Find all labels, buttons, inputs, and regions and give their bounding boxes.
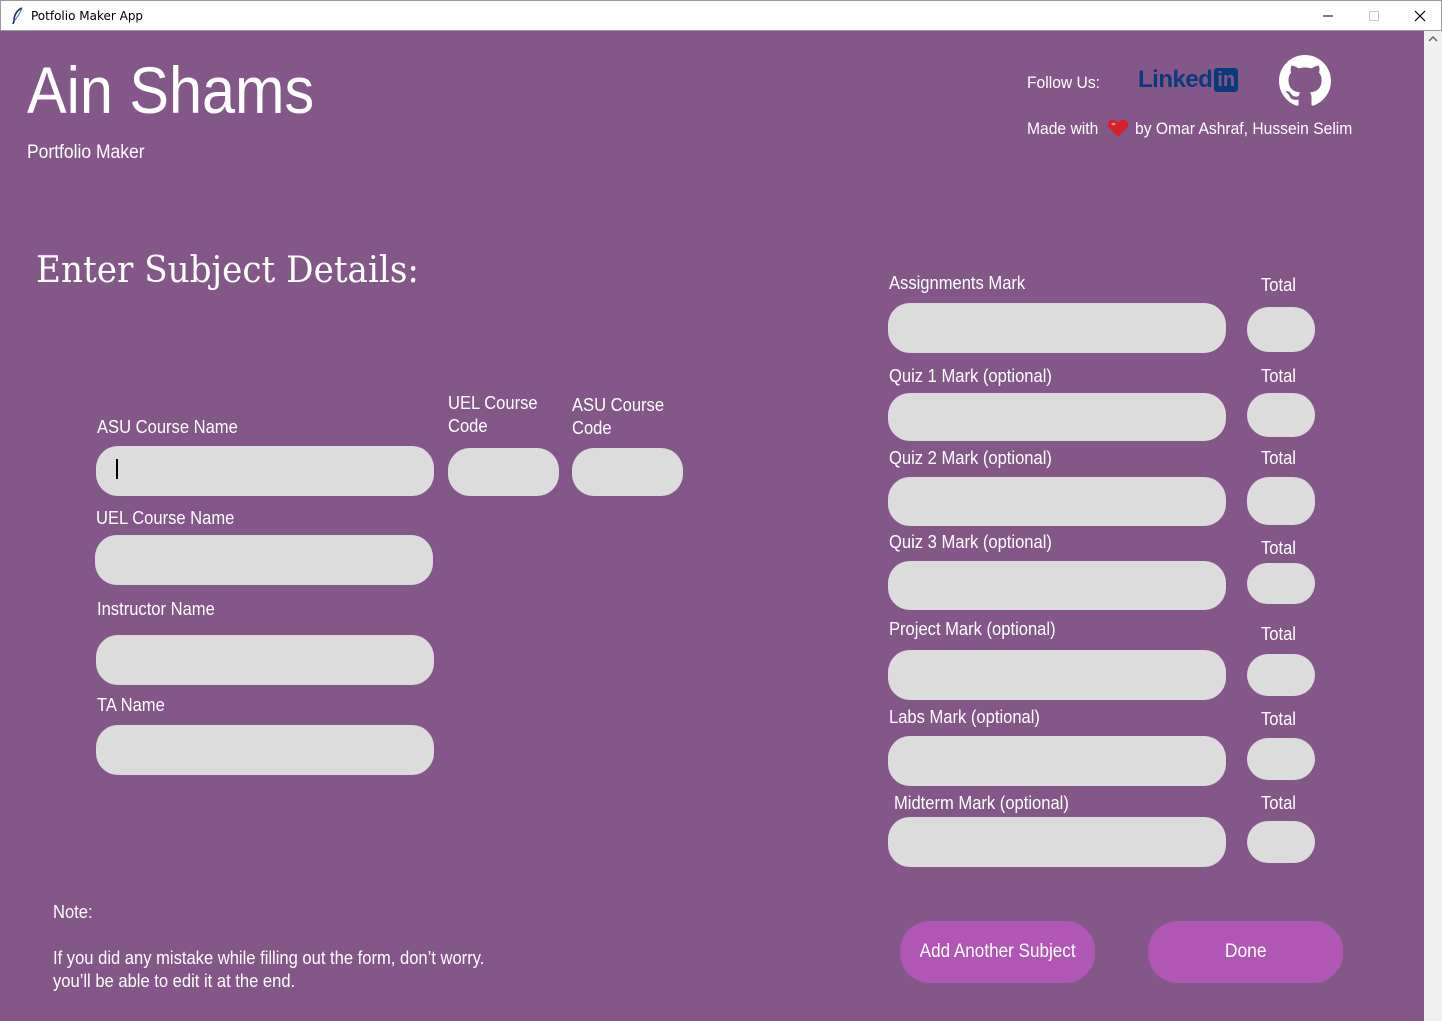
project-mark-label: Project Mark (optional)	[889, 619, 1056, 639]
asu-course-name-input[interactable]	[96, 446, 434, 496]
maximize-icon	[1369, 11, 1379, 21]
close-button[interactable]	[1397, 1, 1442, 31]
quiz1-mark-input[interactable]	[888, 393, 1226, 441]
project-total-input[interactable]	[1247, 654, 1315, 696]
midterm-mark-label: Midterm Mark (optional)	[894, 793, 1069, 813]
follow-us-label: Follow Us:	[1027, 73, 1101, 92]
text-cursor	[116, 459, 118, 479]
midterm-total-input[interactable]	[1247, 821, 1315, 863]
labs-mark-input[interactable]	[888, 736, 1226, 786]
quiz1-total-input[interactable]	[1247, 393, 1315, 437]
quiz2-total-label: Total	[1261, 448, 1296, 468]
uel-course-code-label: UEL Course Code	[448, 392, 538, 438]
project-mark-input[interactable]	[888, 650, 1226, 700]
vertical-scrollbar[interactable]	[1424, 31, 1442, 1021]
linkedin-in-badge: in	[1214, 68, 1239, 92]
midterm-mark-input[interactable]	[888, 817, 1226, 867]
quiz1-total-label: Total	[1261, 366, 1296, 386]
uel-course-code-label-line1: UEL Course	[448, 393, 538, 413]
add-another-subject-button[interactable]: Add Another Subject	[900, 921, 1095, 983]
instructor-name-label: Instructor Name	[97, 599, 215, 619]
asu-course-name-label: ASU Course Name	[97, 417, 238, 437]
asu-course-code-label-line1: ASU Course	[572, 395, 665, 415]
quiz3-mark-input[interactable]	[888, 561, 1226, 610]
note-line-1: If you did any mistake while filling out…	[53, 948, 485, 968]
github-icon[interactable]	[1279, 55, 1331, 107]
linkedin-text: Linked	[1138, 66, 1213, 93]
quiz2-mark-label: Quiz 2 Mark (optional)	[889, 448, 1052, 468]
maximize-button[interactable]	[1351, 1, 1397, 31]
add-another-subject-label: Add Another Subject	[919, 941, 1076, 962]
quiz3-total-input[interactable]	[1247, 563, 1315, 604]
form-heading: Enter Subject Details:	[36, 250, 419, 291]
quiz3-total-label: Total	[1261, 538, 1296, 558]
labs-total-label: Total	[1261, 709, 1296, 729]
midterm-total-label: Total	[1261, 793, 1296, 813]
labs-mark-label: Labs Mark (optional)	[889, 707, 1040, 727]
minimize-button[interactable]	[1305, 1, 1351, 31]
assignments-mark-label: Assignments Mark	[889, 273, 1026, 293]
uel-course-name-label: UEL Course Name	[96, 508, 235, 528]
quiz2-total-input[interactable]	[1247, 477, 1315, 525]
ta-name-label: TA Name	[97, 695, 165, 715]
note-line-2: you’ll be able to edit it at the end.	[53, 971, 296, 991]
quiz1-mark-label: Quiz 1 Mark (optional)	[889, 366, 1052, 386]
uel-course-name-input[interactable]	[95, 535, 433, 585]
asu-course-code-label: ASU Course Code	[572, 394, 664, 440]
instructor-name-input[interactable]	[96, 635, 434, 685]
ta-name-input[interactable]	[96, 725, 434, 775]
assignments-mark-input[interactable]	[888, 303, 1226, 353]
window-titlebar: Potfolio Maker App	[0, 0, 1442, 31]
labs-total-input[interactable]	[1247, 738, 1315, 780]
minimize-icon	[1323, 15, 1333, 17]
close-icon	[1414, 10, 1426, 22]
assignments-total-input[interactable]	[1247, 307, 1315, 352]
authors-label: by Omar Ashraf, Hussein Selim	[1135, 119, 1353, 138]
quiz3-mark-label: Quiz 3 Mark (optional)	[889, 532, 1052, 552]
scroll-up-icon[interactable]	[1428, 34, 1438, 44]
asu-course-code-input[interactable]	[572, 448, 683, 496]
uel-course-code-input[interactable]	[448, 448, 559, 496]
linkedin-logo[interactable]: Linked in	[1138, 64, 1239, 96]
asu-course-code-label-line2: Code	[572, 418, 612, 438]
window-title: Potfolio Maker App	[31, 9, 144, 23]
app-title: Ain Shams	[27, 53, 315, 127]
project-total-label: Total	[1261, 624, 1296, 644]
made-with-label: Made with	[1027, 119, 1099, 138]
heart-icon	[1107, 119, 1129, 137]
uel-course-code-label-line2: Code	[448, 416, 488, 436]
assignments-total-label: Total	[1261, 275, 1296, 295]
note-title: Note:	[53, 902, 93, 922]
quiz2-mark-input[interactable]	[888, 477, 1226, 526]
app-subtitle: Portfolio Maker	[27, 142, 145, 163]
feather-icon	[12, 7, 23, 25]
done-label: Done	[1224, 941, 1267, 962]
done-button[interactable]: Done	[1148, 921, 1343, 983]
